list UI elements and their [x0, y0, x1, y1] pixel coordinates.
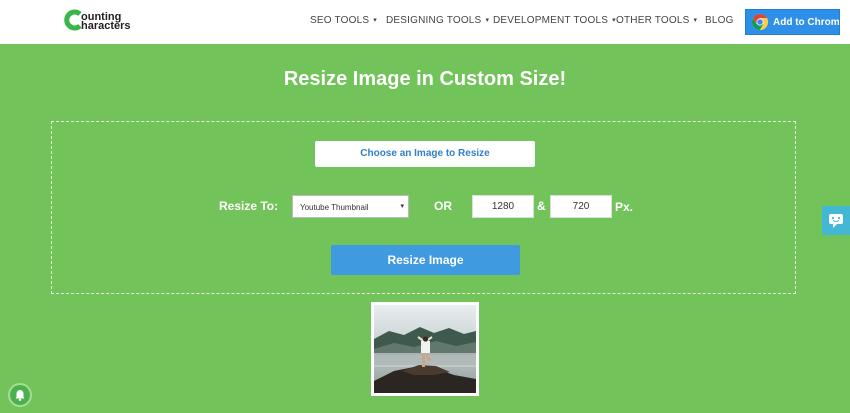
nav-other-tools-label: OTHER TOOLS — [616, 15, 690, 26]
site-logo[interactable]: ounting haracters — [63, 9, 163, 35]
dropdown-arrow-icon: ▾ — [400, 203, 404, 210]
nav-seo-tools[interactable]: SEO TOOLS ▾ — [310, 15, 377, 26]
page-title: Resize Image in Custom Size! — [283, 68, 567, 90]
preset-size-select[interactable]: Youtube Thumbnail ▾ — [292, 195, 409, 218]
resize-to-label: Resize To: — [219, 199, 279, 213]
nav-seo-tools-label: SEO TOOLS — [310, 15, 370, 26]
chat-icon — [829, 214, 843, 228]
choose-image-button[interactable]: Choose an Image to Resize — [315, 141, 535, 167]
nav-other-tools[interactable]: OTHER TOOLS ▾ — [616, 15, 697, 26]
chat-widget-tab[interactable] — [822, 206, 850, 235]
nav-development-tools-label: DEVELOPMENT TOOLS — [493, 15, 609, 26]
logo-text: ounting haracters — [81, 12, 131, 32]
chrome-icon — [752, 14, 768, 30]
unit-label: Px. — [615, 200, 634, 214]
chevron-down-icon: ▾ — [485, 17, 490, 24]
nav-designing-tools-label: DESIGNING TOOLS — [386, 15, 482, 26]
nav-development-tools[interactable]: DEVELOPMENT TOOLS ▾ — [493, 15, 616, 26]
resize-image-button[interactable]: Resize Image — [331, 245, 520, 275]
height-input[interactable]: 720 — [550, 195, 612, 218]
width-input[interactable]: 1280 — [472, 195, 534, 218]
image-preview — [371, 302, 479, 396]
logo-line-2: haracters — [81, 20, 131, 32]
nav-designing-tools[interactable]: DESIGNING TOOLS ▾ — [386, 15, 489, 26]
preview-photo — [374, 305, 476, 393]
preset-size-value: Youtube Thumbnail — [300, 203, 369, 212]
or-label: OR — [434, 199, 452, 213]
bell-icon — [15, 390, 25, 401]
nav-blog[interactable]: BLOG — [705, 15, 734, 26]
notification-bell-button[interactable] — [10, 385, 30, 405]
chevron-down-icon: ▾ — [693, 17, 698, 24]
ampersand-label: & — [537, 199, 546, 213]
add-to-chrome-label: Add to Chrome — [773, 17, 846, 28]
site-header: ounting haracters SEO TOOLS ▾ DESIGNING T… — [0, 0, 850, 44]
chevron-down-icon: ▾ — [373, 17, 377, 24]
nav-blog-label: BLOG — [705, 15, 734, 26]
add-to-chrome-button[interactable]: Add to Chrome — [745, 9, 845, 35]
